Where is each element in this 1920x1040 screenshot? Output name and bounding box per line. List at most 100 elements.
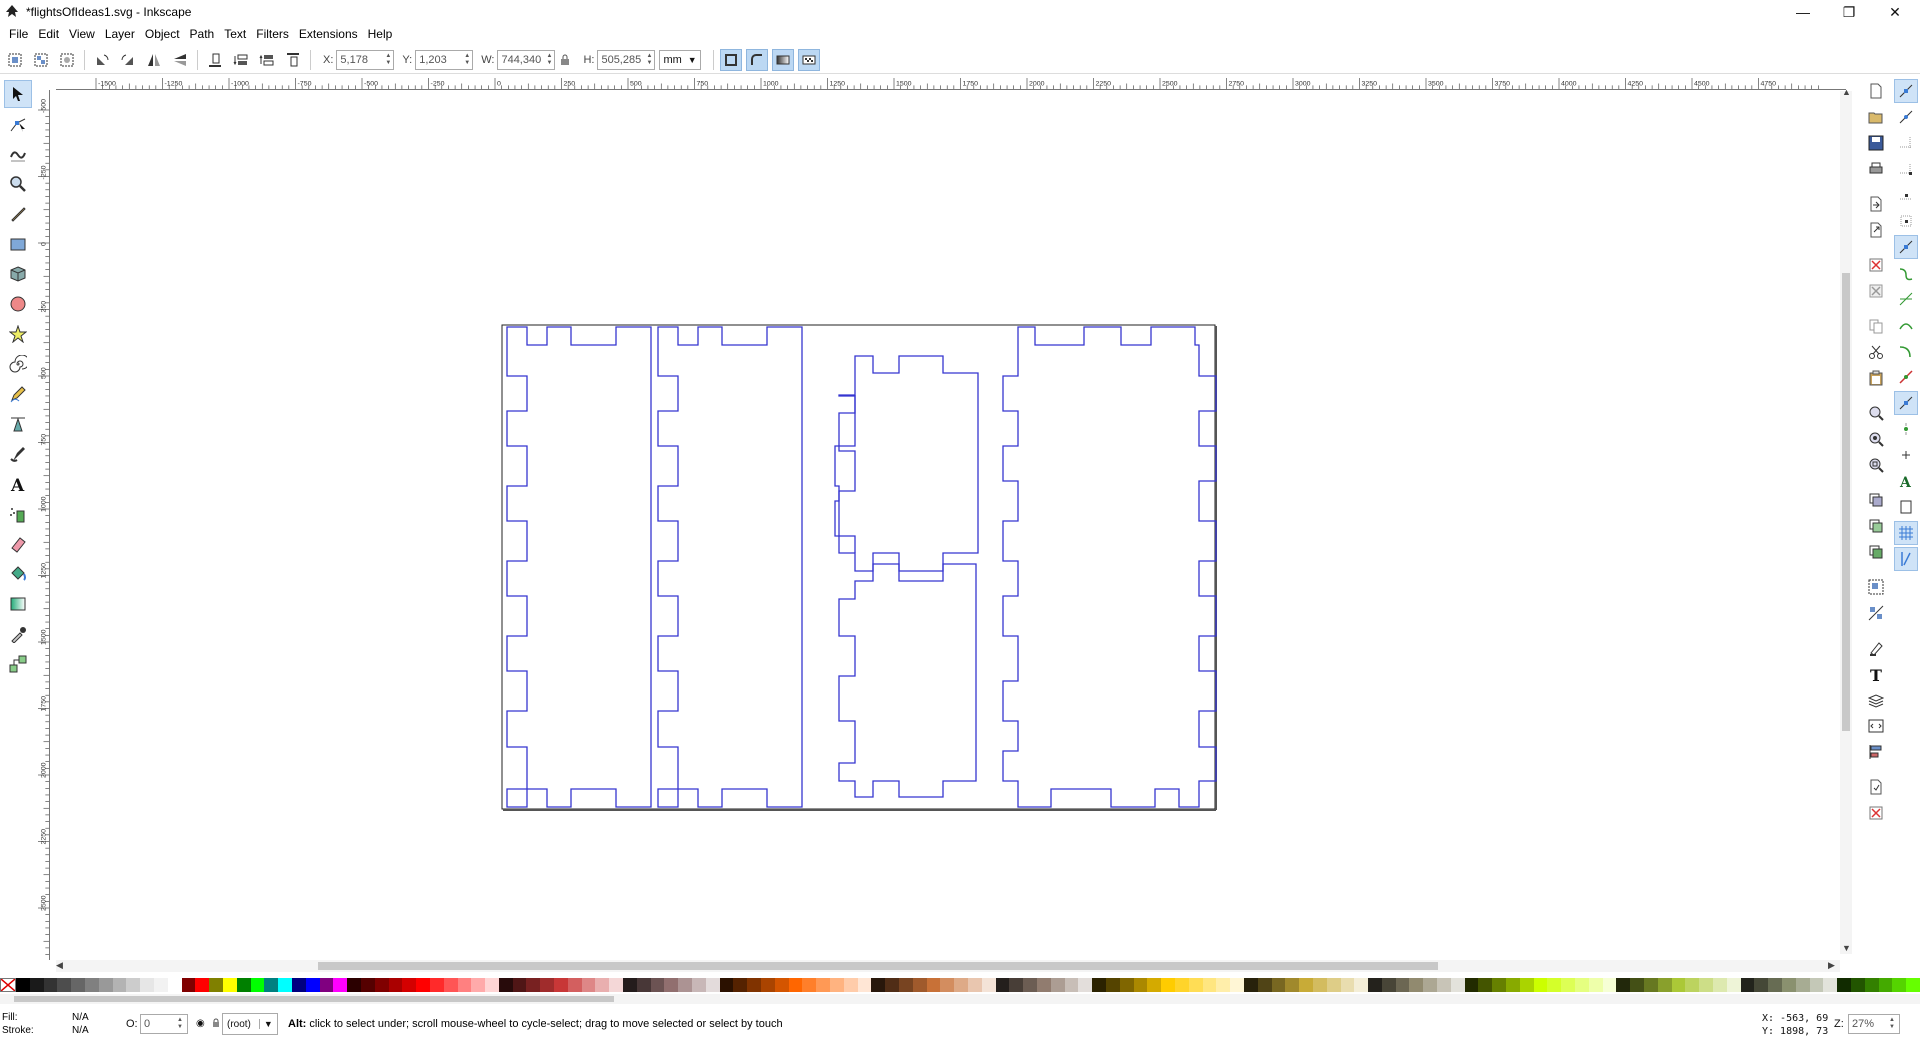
color-swatch[interactable]	[1312, 978, 1327, 992]
zoom-drawing-icon[interactable]	[1864, 427, 1888, 451]
height-input[interactable]	[598, 50, 645, 69]
palette-scroll-thumb[interactable]	[14, 996, 614, 1002]
document-properties-icon[interactable]	[1864, 775, 1888, 799]
color-swatch[interactable]	[857, 978, 872, 992]
width-input[interactable]	[498, 50, 545, 69]
node-tool[interactable]	[4, 110, 32, 138]
color-swatch[interactable]	[1161, 978, 1175, 992]
color-swatch[interactable]	[1782, 978, 1796, 992]
raise-icon[interactable]	[256, 49, 278, 71]
zoom-page-icon[interactable]	[1864, 453, 1888, 477]
color-swatch[interactable]	[1188, 978, 1203, 992]
color-swatch[interactable]	[678, 978, 693, 992]
star-tool[interactable]	[4, 320, 32, 348]
open-document-icon[interactable]	[1864, 105, 1888, 129]
close-window-button[interactable]: ✕	[1872, 0, 1918, 24]
snap-bbox-corner-icon[interactable]	[1894, 157, 1918, 181]
zoom-stepper[interactable]: ▲ ▼	[1887, 1015, 1897, 1033]
menu-text[interactable]: Text	[219, 27, 251, 41]
color-swatch[interactable]	[181, 978, 196, 992]
text-font-icon[interactable]: T	[1864, 662, 1888, 686]
color-swatch[interactable]	[567, 978, 582, 992]
preferences-icon[interactable]	[1864, 801, 1888, 825]
print-icon[interactable]	[1864, 157, 1888, 181]
layers-icon[interactable]	[1864, 688, 1888, 712]
opacity-stepper[interactable]: ▲ ▼	[175, 1015, 185, 1033]
rectangle-tool[interactable]	[4, 230, 32, 258]
color-swatch[interactable]	[816, 978, 831, 992]
lower-icon[interactable]	[230, 49, 252, 71]
color-swatch[interactable]	[498, 978, 513, 992]
color-swatch[interactable]	[57, 978, 72, 992]
color-swatch[interactable]	[1092, 978, 1106, 992]
scale-corners-toggle[interactable]	[745, 48, 768, 71]
color-swatch[interactable]	[1726, 978, 1741, 992]
vertical-scrollbar[interactable]: ▲ ▼	[1840, 87, 1852, 954]
undo-icon[interactable]	[1864, 253, 1888, 277]
box-panel-right[interactable]	[1002, 326, 1217, 808]
color-swatch[interactable]	[540, 978, 555, 992]
fill-stroke-icon[interactable]	[1864, 636, 1888, 660]
color-swatch[interactable]	[581, 978, 596, 992]
color-swatch[interactable]	[264, 978, 279, 992]
opacity-field[interactable]: ▲▼	[140, 1014, 188, 1034]
snap-bbox-midpoint-icon[interactable]	[1894, 183, 1918, 207]
scroll-right-icon[interactable]: ▶	[1828, 960, 1835, 971]
snap-object-centers-icon[interactable]	[1894, 417, 1918, 441]
color-swatch[interactable]	[1795, 978, 1810, 992]
color-swatch[interactable]	[595, 978, 610, 992]
snap-others-icon[interactable]	[1894, 391, 1918, 415]
box-panel-left-1[interactable]	[506, 326, 652, 808]
eraser-tool[interactable]	[4, 530, 32, 558]
zoom-field[interactable]: ▲▼	[1848, 1014, 1900, 1034]
snap-cusp-nodes-icon[interactable]	[1894, 313, 1918, 337]
height-stepper[interactable]: ▲ ▼	[644, 51, 654, 69]
menu-layer[interactable]: Layer	[100, 27, 140, 41]
color-swatch[interactable]	[636, 978, 651, 992]
color-swatch[interactable]	[1174, 978, 1189, 992]
color-swatch[interactable]	[167, 978, 182, 992]
color-swatch[interactable]	[774, 978, 789, 992]
color-swatch[interactable]	[830, 978, 844, 992]
vertical-ruler[interactable]: -500 -250 0 250 500 750 1000 1250 1500 1750 2000 22…	[38, 90, 50, 960]
color-swatch[interactable]	[1326, 978, 1341, 992]
color-swatch[interactable]	[1892, 978, 1907, 992]
zoom-input[interactable]	[1849, 1015, 1887, 1033]
zoom-selection-icon[interactable]	[1864, 401, 1888, 425]
lock-ratio-icon[interactable]	[557, 49, 573, 71]
color-swatch[interactable]	[526, 978, 541, 992]
pen-tool[interactable]	[4, 410, 32, 438]
snap-smooth-nodes-icon[interactable]	[1894, 339, 1918, 363]
snap-bbox-edge-icon[interactable]	[1894, 131, 1918, 155]
color-swatch[interactable]	[981, 978, 996, 992]
color-swatch[interactable]	[457, 978, 472, 992]
x-stepper[interactable]: ▲ ▼	[383, 51, 393, 69]
color-swatch[interactable]	[747, 978, 762, 992]
color-swatch[interactable]	[471, 978, 486, 992]
color-swatch[interactable]	[374, 978, 389, 992]
snap-page-border-icon[interactable]	[1894, 495, 1918, 519]
color-swatch[interactable]	[250, 978, 265, 992]
menu-path[interactable]: Path	[185, 27, 220, 41]
rotate-cw-icon[interactable]	[117, 49, 139, 71]
color-swatch[interactable]	[1450, 978, 1465, 992]
ellipse-tool[interactable]	[4, 290, 32, 318]
unit-select[interactable]: mm ▼	[659, 49, 701, 70]
color-swatch[interactable]	[705, 978, 720, 992]
color-swatch[interactable]	[278, 978, 292, 992]
copy-icon[interactable]	[1864, 314, 1888, 338]
width-stepper[interactable]: ▲ ▼	[544, 51, 554, 69]
color-swatch[interactable]	[305, 978, 320, 992]
color-swatch[interactable]	[1850, 978, 1865, 992]
color-swatch[interactable]	[416, 978, 430, 992]
color-swatch[interactable]	[443, 978, 458, 992]
color-swatch[interactable]	[1878, 978, 1893, 992]
y-stepper[interactable]: ▲ ▼	[462, 51, 472, 69]
snap-grids-icon[interactable]	[1894, 521, 1918, 545]
stroke-value[interactable]: N/A	[72, 1025, 89, 1036]
color-swatch[interactable]	[1533, 978, 1548, 992]
color-swatch[interactable]	[788, 978, 803, 992]
color-swatch[interactable]	[84, 978, 99, 992]
color-swatch[interactable]	[1657, 978, 1672, 992]
x-input[interactable]	[337, 50, 384, 69]
